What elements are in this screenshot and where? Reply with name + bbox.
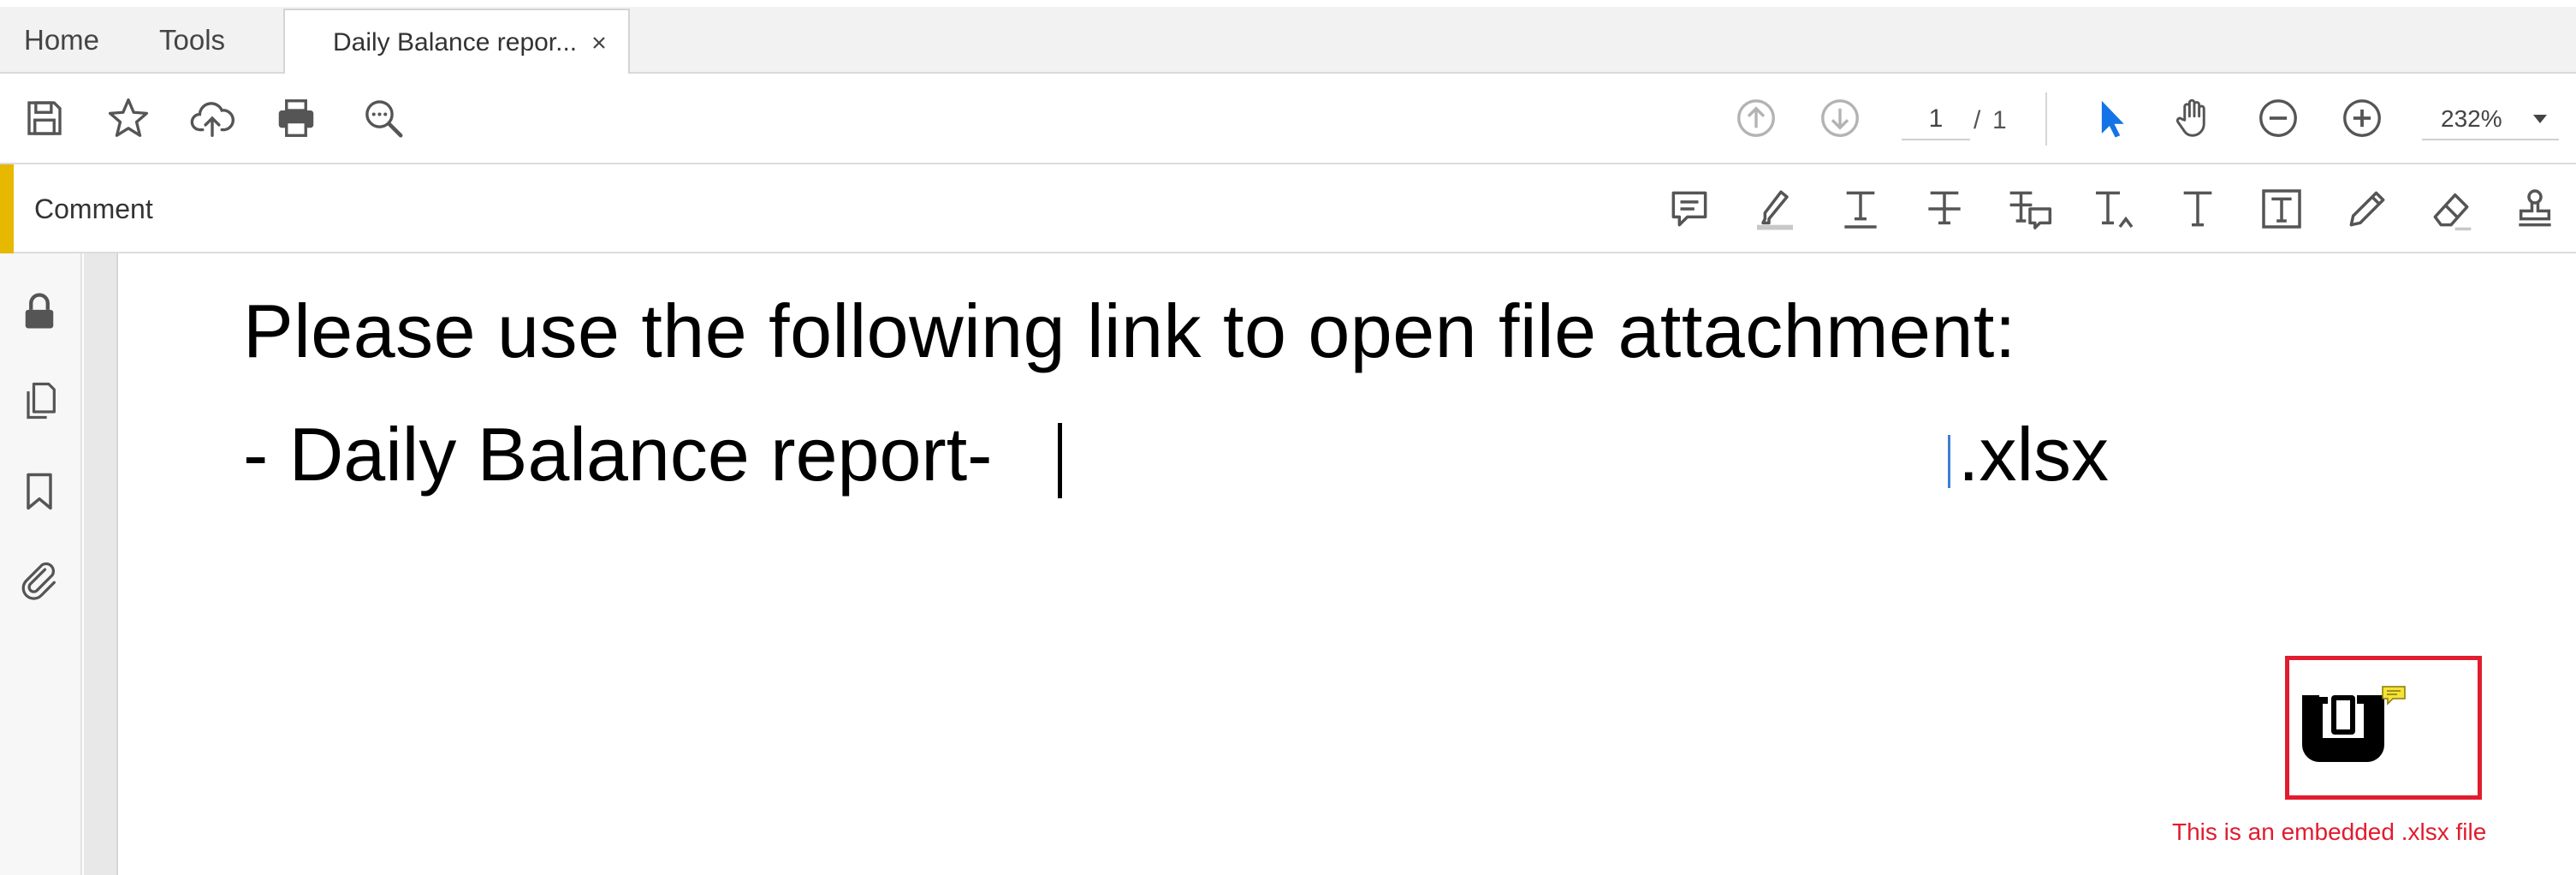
previous-page-icon[interactable] [1730, 92, 1782, 144]
close-tab-icon[interactable] [585, 29, 613, 57]
hand-tool-icon[interactable] [2169, 92, 2220, 144]
main-toolbar: 1 / 1 232% [0, 74, 2576, 164]
pencil-icon[interactable] [2340, 182, 2395, 236]
chevron-down-icon [2533, 115, 2547, 123]
underline-text-icon[interactable] [1833, 182, 1888, 236]
left-navigation-pane [0, 253, 82, 875]
comment-toolbar: Comment [0, 164, 2576, 253]
tab-tools[interactable]: Tools [159, 9, 225, 72]
next-page-icon[interactable] [1814, 92, 1866, 144]
tab-bar: Home Tools Daily Balance repor... [0, 0, 2576, 75]
eraser-icon[interactable] [2424, 182, 2478, 236]
file-attachment-icon[interactable] [2294, 685, 2393, 764]
tab-home[interactable]: Home [24, 9, 99, 72]
zoom-out-icon[interactable] [2253, 92, 2304, 144]
text-cursor [1058, 423, 1062, 498]
pane-gutter [84, 253, 118, 875]
print-icon[interactable] [270, 92, 322, 144]
document-file-extension: .xlsx [1958, 412, 2109, 497]
attachment-annotation-caption: This is an embedded .xlsx file [2172, 818, 2487, 845]
comment-note-icon[interactable] [2381, 685, 2407, 705]
page-separator: / [1974, 106, 1981, 134]
text-box-icon[interactable] [2254, 182, 2309, 236]
document-text-line-1: Please use the following link to open fi… [243, 289, 2016, 373]
add-text-icon[interactable] [2170, 182, 2225, 236]
star-icon[interactable] [103, 92, 154, 144]
window-top-strip [0, 0, 2576, 7]
highlight-text-icon[interactable] [1748, 182, 1802, 236]
document-text-line-2: - Daily Balance report- [243, 412, 993, 497]
replace-text-icon[interactable] [2003, 182, 2057, 236]
comment-accent-bar [0, 164, 14, 253]
text-insertion-caret [1948, 435, 1950, 488]
attachments-paperclip-icon[interactable] [14, 553, 65, 604]
page-number-input[interactable]: 1 [1902, 99, 1970, 140]
strikethrough-text-icon[interactable] [1917, 182, 1972, 236]
cloud-upload-icon[interactable] [187, 92, 238, 144]
lock-icon[interactable] [14, 286, 65, 337]
comment-toolbar-title: Comment [34, 193, 153, 224]
bookmarks-icon[interactable] [14, 466, 65, 517]
zoom-in-icon[interactable] [2336, 92, 2388, 144]
tab-document-label: Daily Balance repor... [333, 28, 578, 57]
sticky-note-icon[interactable] [1662, 182, 1717, 236]
zoom-level-dropdown[interactable]: 232% [2422, 99, 2559, 140]
acrobat-window: Home Tools Daily Balance repor... 1 / 1 … [0, 0, 2576, 875]
tab-document[interactable]: Daily Balance repor... [283, 9, 630, 75]
stamp-icon[interactable] [2508, 182, 2562, 236]
save-icon[interactable] [19, 92, 70, 144]
insert-text-icon[interactable] [2086, 182, 2141, 236]
select-cursor-icon[interactable] [2085, 92, 2136, 144]
page-total: 1 [1992, 106, 2007, 134]
search-icon[interactable] [358, 92, 409, 144]
page-thumbnails-icon[interactable] [14, 375, 65, 426]
toolbar-divider [2045, 92, 2047, 146]
zoom-level-value: 232% [2441, 105, 2502, 132]
